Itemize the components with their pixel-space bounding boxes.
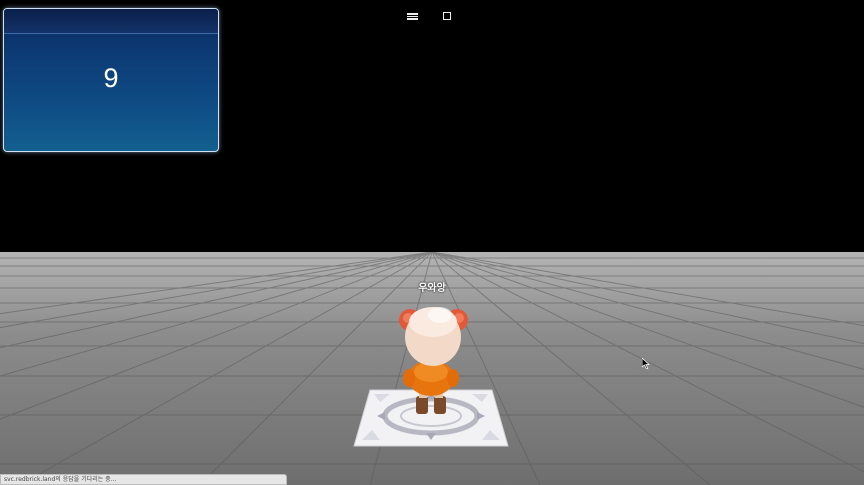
square-window-icon — [443, 12, 451, 20]
player-name-label: 우와앙 — [418, 283, 446, 294]
game-viewport[interactable]: 9 우와앙 svc.redbrick.land의 응답을 기다리는 중... — [0, 0, 864, 485]
spawn-pad — [353, 389, 509, 447]
counter-panel-header — [4, 9, 218, 34]
mouse-cursor-icon — [642, 358, 650, 369]
counter-panel: 9 — [3, 8, 219, 152]
window-toggle-button[interactable] — [439, 8, 455, 24]
hamburger-menu-icon — [406, 12, 418, 20]
menu-button[interactable] — [404, 8, 420, 24]
counter-value: 9 — [103, 63, 119, 93]
browser-status-bar: svc.redbrick.land의 응답을 기다리는 중... — [0, 474, 287, 485]
